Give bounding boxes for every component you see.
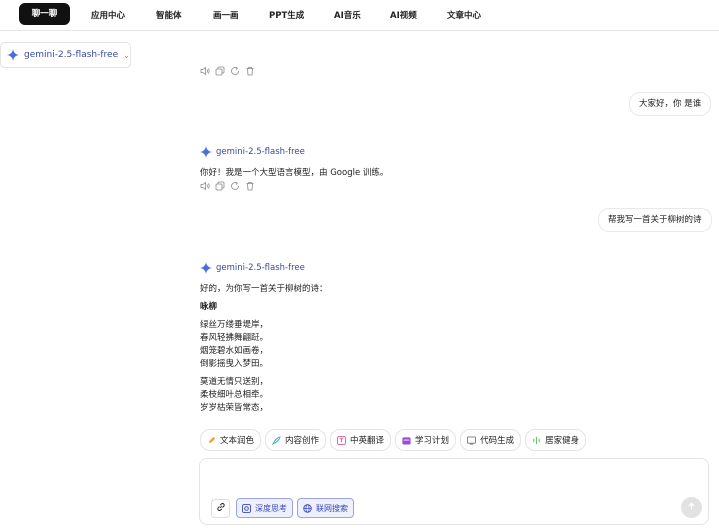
model-selector-label: gemini-2.5-flash-free	[24, 50, 119, 60]
link-icon	[216, 502, 226, 515]
assistant-message-intro: 好的，为你写一首关于柳树的诗：	[200, 284, 328, 294]
message-actions	[200, 181, 255, 191]
quill-icon	[271, 435, 281, 445]
arrow-up-icon	[687, 501, 696, 514]
trash-icon[interactable]	[245, 181, 255, 191]
refresh-icon[interactable]	[230, 181, 240, 191]
nav-tab-app-center[interactable]: 应用中心	[91, 9, 125, 21]
nav-tab-agents[interactable]: 智能体	[156, 9, 182, 21]
nav-tab-ai-music[interactable]: AI音乐	[334, 9, 361, 21]
quick-prompt-chips: 文本润色 内容创作 中英翻译 学习计划 代码生成 居家健身	[200, 429, 587, 451]
poem-line: 岁岁枯荣皆常态，	[200, 403, 269, 413]
assistant-header: gemini-2.5-flash-free	[200, 262, 305, 274]
poem-title: 咏柳	[200, 302, 218, 312]
deep-think-label: 深度思考	[255, 503, 287, 513]
chat-input-box: 深度思考 联网搜索	[199, 458, 709, 525]
deep-think-toggle[interactable]: 深度思考	[236, 498, 293, 518]
chip-label: 中英翻译	[350, 436, 385, 446]
nav-tab-ai-video[interactable]: AI视频	[390, 9, 417, 21]
attach-link-button[interactable]	[211, 499, 230, 518]
chip-translate[interactable]: 中英翻译	[330, 429, 392, 451]
top-nav: 聊一聊 应用中心 智能体 画一画 PPT生成 AI音乐 AI视频 文章中心	[0, 0, 719, 31]
code-icon	[467, 435, 477, 445]
nav-tab-draw[interactable]: 画一画	[213, 9, 239, 21]
poem-line: 倒影摇曳入梦田。	[200, 359, 269, 369]
deep-think-icon	[242, 503, 251, 513]
gemini-sparkle-icon	[200, 146, 212, 158]
send-button[interactable]	[681, 497, 702, 518]
poem-line: 绿丝万缕垂堤岸，	[200, 320, 269, 330]
chip-label: 文本润色	[220, 436, 255, 446]
web-search-label: 联网搜索	[316, 503, 348, 513]
plan-icon	[402, 436, 411, 445]
chevron-down-icon: ⌄	[123, 50, 130, 60]
gemini-sparkle-icon	[7, 49, 19, 61]
fitness-icon	[532, 436, 541, 445]
web-search-toggle[interactable]: 联网搜索	[297, 498, 354, 518]
chip-label: 居家健身	[545, 436, 580, 446]
chip-text-polish[interactable]: 文本润色	[200, 429, 262, 451]
poem-line: 春风轻拂舞翩跹。	[200, 333, 269, 343]
copy-icon[interactable]	[215, 181, 225, 191]
assistant-message-text: 你好！我是一个大型语言模型，由 Google 训练。	[200, 168, 389, 178]
nav-tab-articles[interactable]: 文章中心	[447, 9, 481, 21]
trash-icon[interactable]	[245, 66, 255, 76]
assistant-model-name: gemini-2.5-flash-free	[216, 263, 305, 273]
speaker-icon[interactable]	[200, 66, 210, 76]
user-message: 大家好，你 是谁	[629, 92, 712, 116]
translate-icon	[337, 435, 347, 445]
chip-code-gen[interactable]: 代码生成	[460, 429, 522, 451]
assistant-model-name: gemini-2.5-flash-free	[216, 147, 305, 157]
speaker-icon[interactable]	[200, 181, 210, 191]
nav-tab-ppt[interactable]: PPT生成	[269, 9, 304, 21]
pen-icon	[207, 436, 216, 445]
nav-tab-chat[interactable]: 聊一聊	[19, 3, 70, 25]
chip-content-creation[interactable]: 内容创作	[265, 429, 327, 451]
model-selector[interactable]: gemini-2.5-flash-free ⌄	[0, 42, 131, 68]
message-actions	[200, 66, 255, 76]
chat-input[interactable]	[208, 465, 678, 495]
chip-label: 学习计划	[415, 436, 450, 446]
globe-icon	[303, 503, 312, 513]
chip-label: 代码生成	[480, 436, 515, 446]
user-message: 帮我写一首关于柳树的诗	[598, 208, 712, 232]
chip-label: 内容创作	[285, 436, 320, 446]
gemini-sparkle-icon	[200, 262, 212, 274]
chip-home-fitness[interactable]: 居家健身	[525, 429, 587, 451]
assistant-header: gemini-2.5-flash-free	[200, 146, 305, 158]
poem-line: 柔枝细叶总相牵。	[200, 390, 269, 400]
poem-line: 莫道无情只送别，	[200, 377, 269, 387]
chip-study-plan[interactable]: 学习计划	[395, 429, 457, 451]
refresh-icon[interactable]	[230, 66, 240, 76]
copy-icon[interactable]	[215, 66, 225, 76]
poem-line: 烟笼碧水如画卷，	[200, 346, 269, 356]
